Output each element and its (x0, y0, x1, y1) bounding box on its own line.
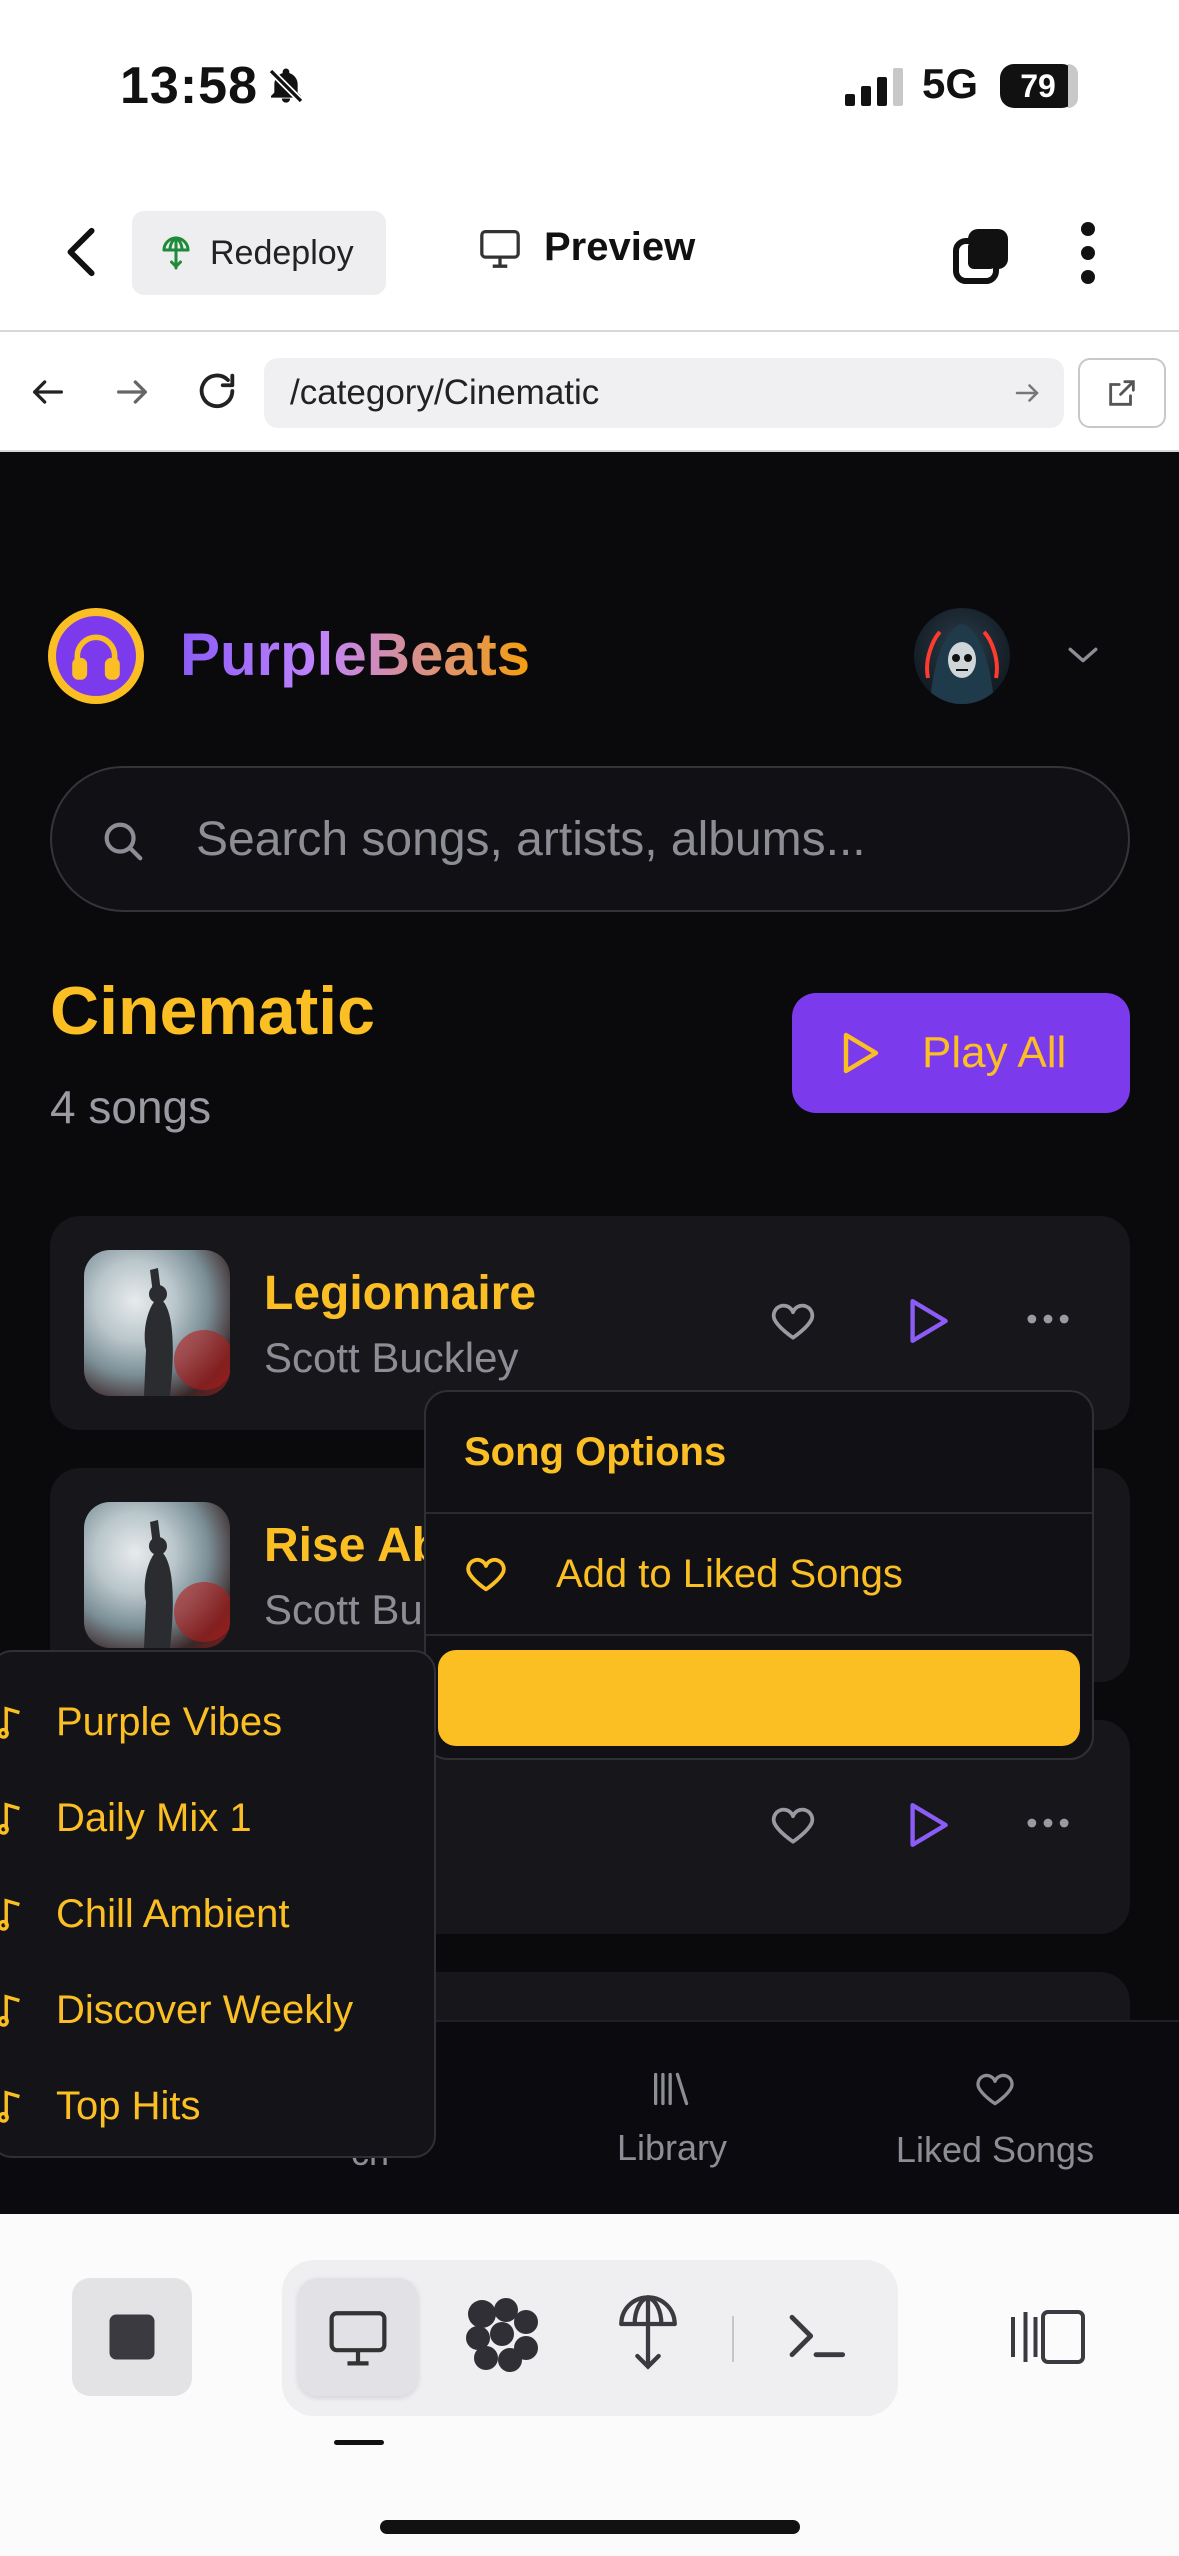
tool-switcher (282, 2260, 898, 2416)
chevron-down-icon[interactable] (1066, 644, 1100, 666)
brand-name[interactable]: PurpleBeats (180, 620, 530, 689)
song-artist: Scott Bu (264, 1586, 423, 1633)
play-all-button[interactable]: Play All (792, 993, 1130, 1113)
home-indicator (380, 2520, 800, 2534)
play-icon[interactable] (906, 1800, 950, 1850)
deploy-icon[interactable] (616, 2292, 680, 2372)
play-icon (840, 1031, 880, 1075)
tool-divider (732, 2316, 734, 2362)
music-note-icon (0, 1897, 22, 1931)
headphones-icon (56, 616, 136, 696)
song-count: 4 songs (50, 1081, 212, 1133)
url-field[interactable]: /category/Cinematic (264, 358, 1064, 428)
playlist-item[interactable]: Top Hits (0, 2058, 434, 2154)
song-options-menu: Song Options Add to Liked Songs (424, 1390, 1094, 1760)
library-icon (650, 2069, 694, 2109)
music-note-icon (0, 2089, 22, 2123)
playlist-item[interactable]: Daily Mix 1 (0, 1770, 434, 1866)
music-note-icon (0, 1801, 22, 1835)
nav-label: Library (616, 2127, 728, 2168)
playlist-label: Purple Vibes (56, 1699, 283, 1744)
more-horizontal-icon[interactable] (1026, 1816, 1070, 1830)
song-artist: Scott Buckley (264, 1334, 519, 1381)
browser-forward-icon[interactable] (112, 372, 152, 412)
playlist-item[interactable]: Purple Vibes (0, 1674, 434, 1770)
music-note-icon (0, 1705, 22, 1739)
app-toolbar: Redeploy Preview (0, 175, 1179, 330)
signal-icon (845, 68, 905, 106)
preview-tab[interactable]: Preview (478, 225, 695, 270)
layout-toggle-icon[interactable] (1008, 2306, 1088, 2368)
status-bar: 13:58 5G 79 (0, 0, 1179, 175)
playlist-item[interactable]: Discover Weekly (0, 1962, 434, 2058)
play-all-label: Play All (922, 1028, 1067, 1077)
app-logo[interactable] (48, 608, 144, 704)
reload-icon[interactable] (194, 368, 240, 414)
playlist-item[interactable]: Chill Ambient (0, 1866, 434, 1962)
browser-back-icon[interactable] (28, 372, 68, 412)
deploy-icon (158, 235, 194, 271)
tabs-icon[interactable] (952, 225, 1012, 285)
search-icon (100, 818, 146, 864)
bottom-dock (0, 2214, 1179, 2556)
stop-icon (105, 2310, 159, 2364)
url-text: /category/Cinematic (290, 373, 600, 412)
network-label: 5G (922, 60, 979, 107)
bell-off-icon (266, 66, 306, 106)
stop-button[interactable] (72, 2278, 192, 2396)
external-link-icon (1105, 376, 1139, 410)
active-tool-indicator (334, 2440, 384, 2445)
music-note-icon (0, 1993, 22, 2027)
redeploy-label: Redeploy (210, 233, 354, 272)
browser-bar: /category/Cinematic (0, 330, 1179, 452)
add-to-liked-songs-label: Add to Liked Songs (556, 1551, 903, 1596)
search-input[interactable] (196, 768, 1096, 910)
battery-icon: 79 (1000, 64, 1076, 108)
open-external-button[interactable] (1078, 358, 1166, 428)
song-options-title: Song Options (426, 1392, 1092, 1514)
playlist-label: Discover Weekly (56, 1987, 354, 2032)
nav-item-liked-songs[interactable]: Liked Songs (870, 2022, 1120, 2214)
shell-icon[interactable] (784, 2306, 848, 2366)
heart-icon[interactable] (768, 1800, 818, 1850)
desktop-preview-button[interactable] (298, 2278, 418, 2396)
search-box (50, 766, 1130, 912)
redeploy-button[interactable]: Redeploy (132, 211, 386, 295)
song-title: Legionnaire (264, 1267, 537, 1320)
album-art (84, 1502, 230, 1648)
album-art (84, 1250, 230, 1396)
avatar[interactable] (914, 608, 1010, 704)
add-to-liked-songs-item[interactable]: Add to Liked Songs (426, 1514, 1092, 1636)
add-to-playlist-button[interactable] (438, 1650, 1080, 1746)
url-go-icon[interactable] (1012, 378, 1042, 408)
playlist-label: Daily Mix 1 (56, 1795, 252, 1840)
song-title: Rise Ab (264, 1519, 441, 1572)
playlist-menu: Purple Vibes Daily Mix 1 Chill Ambient D… (0, 1650, 436, 2158)
page-title: Cinematic (50, 973, 375, 1049)
monitor-icon (326, 2308, 390, 2366)
heart-icon (462, 1551, 510, 1597)
heart-icon (972, 2067, 1018, 2111)
heart-icon[interactable] (768, 1296, 818, 1346)
nav-item-library[interactable]: Library (572, 2022, 772, 2214)
preview-label: Preview (544, 225, 696, 269)
more-horizontal-icon[interactable] (1026, 1312, 1070, 1326)
battery-tip (1068, 64, 1078, 108)
play-icon[interactable] (906, 1296, 950, 1346)
back-chevron-icon[interactable] (62, 225, 102, 279)
monitor-icon (478, 228, 522, 268)
more-vertical-icon[interactable] (1080, 221, 1096, 285)
status-time: 13:58 (120, 57, 258, 115)
apps-icon[interactable] (462, 2294, 542, 2374)
playlist-label: Chill Ambient (56, 1891, 290, 1936)
nav-label: Liked Songs (895, 2129, 1095, 2170)
playlist-label: Top Hits (56, 2083, 201, 2128)
